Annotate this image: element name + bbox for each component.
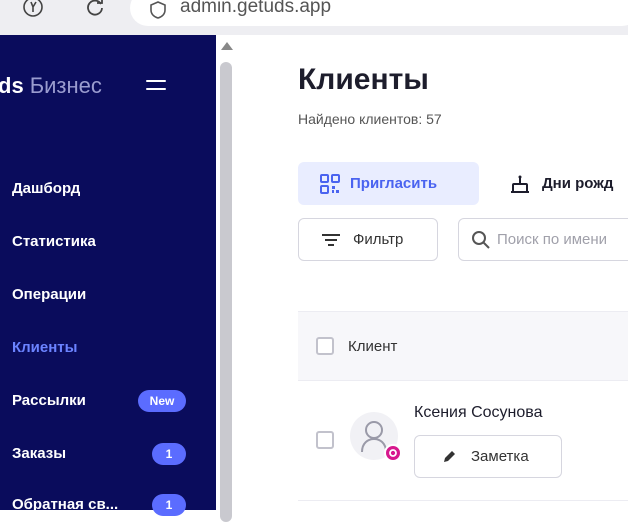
new-badge: New	[138, 390, 186, 412]
sidebar-item-operations[interactable]: Операции	[12, 285, 198, 305]
filter-icon	[321, 233, 341, 247]
table-row[interactable]: Ксения Сосунова Заметка	[298, 380, 628, 501]
client-name[interactable]: Ксения Сосунова	[414, 404, 543, 422]
invite-label: Пригласить	[350, 175, 438, 192]
birthdays-button[interactable]: Дни рожд	[510, 162, 613, 205]
sidebar-item-mailings[interactable]: Рассылки New	[12, 390, 198, 412]
sidebar-item-statistics[interactable]: Статистика	[12, 232, 198, 252]
brand-logo[interactable]: ds Бизнес	[0, 73, 102, 99]
count-badge: 1	[152, 494, 186, 516]
pencil-icon	[441, 449, 457, 465]
yandex-icon[interactable]	[20, 0, 46, 20]
sidebar-item-feedback[interactable]: Обратная св... 1	[12, 494, 198, 516]
sidebar-item-label: Заказы	[12, 445, 67, 462]
sidebar-item-dashboard[interactable]: Дашборд	[12, 179, 198, 199]
page-title: Клиенты	[298, 63, 429, 96]
sidebar: ds Бизнес Дашборд Статистика Операции Кли…	[0, 35, 216, 516]
clients-count: Найдено клиентов: 57	[298, 111, 442, 127]
brand-subtitle: Бизнес	[29, 73, 102, 98]
main-content: Клиенты Найдено клиентов: 57 Пригласить …	[234, 35, 628, 510]
sidebar-item-label: Обратная св...	[12, 496, 119, 513]
scroll-up-arrow-icon[interactable]	[221, 42, 233, 50]
qr-code-icon	[320, 173, 340, 194]
note-label: Заметка	[471, 448, 529, 465]
sidebar-item-label: Дашборд	[12, 180, 81, 197]
filter-label: Фильтр	[353, 231, 404, 248]
sidebar-item-label: Клиенты	[12, 339, 78, 356]
filter-button[interactable]: Фильтр	[298, 218, 438, 261]
brand-name: ds	[0, 73, 24, 98]
scrollbar-thumb[interactable]	[220, 62, 232, 522]
row-checkbox[interactable]	[316, 431, 334, 449]
search-input[interactable]	[497, 231, 628, 248]
url-text: admin.getuds.app	[180, 0, 332, 17]
note-button[interactable]: Заметка	[414, 435, 562, 478]
search-field[interactable]	[458, 218, 628, 261]
reload-icon[interactable]	[82, 0, 108, 20]
uds-logo-icon	[384, 444, 402, 462]
shield-icon	[148, 0, 168, 25]
invite-button[interactable]: Пригласить	[298, 162, 479, 205]
count-badge: 1	[152, 443, 186, 465]
sidebar-item-label: Операции	[12, 286, 87, 303]
menu-toggle-icon[interactable]	[146, 80, 166, 96]
select-all-checkbox[interactable]	[316, 337, 334, 355]
sidebar-item-label: Рассылки	[12, 392, 86, 409]
cake-icon	[510, 174, 530, 194]
birthdays-label: Дни рожд	[542, 175, 614, 192]
address-bar[interactable]: admin.getuds.app	[130, 0, 628, 26]
search-icon	[471, 230, 491, 250]
sidebar-item-label: Статистика	[12, 233, 96, 250]
browser-toolbar: admin.getuds.app	[0, 0, 628, 35]
sidebar-item-clients[interactable]: Клиенты	[12, 338, 198, 358]
sidebar-item-orders[interactable]: Заказы 1	[12, 443, 198, 465]
table-header: Клиент	[298, 311, 628, 381]
column-client-header[interactable]: Клиент	[348, 338, 397, 355]
